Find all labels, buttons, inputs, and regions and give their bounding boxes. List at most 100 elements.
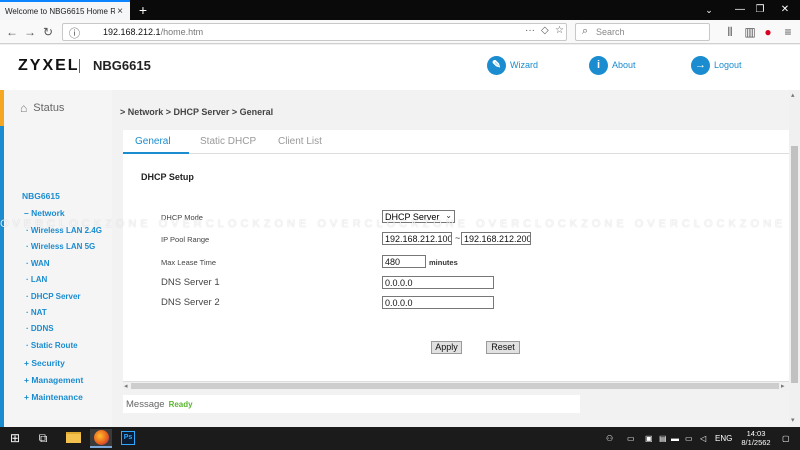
dns2-input[interactable]: 0.0.0.0 (382, 296, 494, 309)
volume-icon[interactable]: ◁ (700, 427, 706, 450)
ip-pool-end-input[interactable]: 192.168.212.200 (461, 232, 531, 245)
clock-time: 14:03 (746, 429, 766, 438)
sidebar-item-wan[interactable]: · WAN (26, 259, 50, 268)
sidebar-item-management[interactable]: + Management (24, 375, 83, 385)
photoshop-icon[interactable]: Ps (121, 431, 135, 445)
main-content: > Network > DHCP Server > General Genera… (112, 90, 789, 427)
notification-icon[interactable]: ▭ (627, 427, 635, 450)
lease-time-input[interactable]: 480 (382, 255, 426, 268)
dhcp-mode-value: DHCP Server (385, 212, 440, 222)
sidebar-status[interactable]: ⌂ Status (0, 90, 112, 126)
model-name: NBG6615 (93, 58, 151, 73)
clock[interactable]: 14:03 8/1/2562 (736, 429, 776, 447)
message-status: Ready (168, 399, 193, 409)
search-icon: ⌕ (582, 25, 589, 37)
dns2-label: DNS Server 2 (161, 297, 220, 308)
sidebar-item-security[interactable]: + Security (24, 358, 65, 368)
dns1-input[interactable]: 0.0.0.0 (382, 276, 494, 289)
message-label: Message (126, 398, 165, 410)
pocket-icon[interactable]: ◇ (541, 25, 549, 36)
bookmark-star-icon[interactable]: ☆ (555, 25, 564, 36)
wand-icon: ✎ (487, 55, 506, 75)
page-actions-icon[interactable]: ··· (525, 25, 535, 36)
sidebar-item-device[interactable]: NBG6615 (22, 191, 60, 201)
vertical-scroll-thumb[interactable] (791, 146, 798, 383)
language-indicator[interactable]: ENG (715, 427, 732, 450)
new-tab-button[interactable]: + (136, 1, 150, 19)
extension-icon[interactable]: ● (760, 24, 776, 40)
dhcp-mode-label: DHCP Mode (161, 213, 203, 222)
scroll-down-icon[interactable]: ▾ (791, 416, 795, 424)
browser-tab[interactable]: Welcome to NBG6615 Home Rou × (0, 0, 130, 20)
sidebar-item-nat[interactable]: · NAT (26, 308, 47, 317)
horizontal-scroll-thumb[interactable] (131, 383, 779, 389)
sidebar-item-dhcp-server[interactable]: · DHCP Server (26, 292, 81, 301)
sidebar-item-network[interactable]: – Network (24, 208, 65, 218)
tab-general[interactable]: General (135, 136, 171, 147)
back-icon[interactable]: ← (4, 24, 20, 40)
menu-icon[interactable]: ≡ (780, 24, 796, 40)
file-explorer-icon[interactable] (66, 432, 81, 443)
reload-icon[interactable]: ↻ (40, 24, 56, 40)
logout-link[interactable]: → Logout (691, 54, 742, 76)
dhcp-mode-select[interactable]: DHCP Server ⌄ (382, 210, 455, 223)
sidebar-item-wlan5[interactable]: · Wireless LAN 5G (26, 242, 95, 251)
chevron-down-icon: ⌄ (445, 211, 452, 220)
tab-list-icon[interactable]: ⌄ (702, 0, 716, 20)
windows-start-icon[interactable]: ⊞ (4, 429, 26, 448)
firefox-icon[interactable] (94, 430, 109, 445)
dhcp-card: General Static DHCP Client List DHCP Set… (123, 130, 789, 381)
sidebar-item-static-route[interactable]: · Static Route (26, 341, 78, 350)
logout-icon: → (691, 55, 710, 75)
ip-pool-label: IP Pool Range (161, 235, 210, 244)
home-icon: ⌂ (20, 101, 28, 115)
active-tab-indicator (123, 152, 189, 154)
close-window-button[interactable]: ✕ (765, 0, 800, 20)
reset-button[interactable]: Reset (486, 341, 520, 354)
wizard-label: Wizard (510, 60, 539, 70)
horizontal-scrollbar[interactable]: ◂ ▸ (123, 381, 789, 390)
apply-button[interactable]: Apply (431, 341, 462, 354)
library-icon[interactable]: ⫴ (722, 24, 738, 40)
people-icon[interactable]: ⚇ (606, 427, 613, 450)
info-icon: i (589, 55, 608, 75)
search-bar[interactable]: ⌕ Search (575, 23, 710, 41)
section-title: DHCP Setup (141, 172, 194, 182)
sidebar-item-wlan24[interactable]: · Wireless LAN 2.4G (26, 226, 102, 235)
network-icon[interactable]: ▭ (685, 427, 693, 450)
sidebar-item-ddns[interactable]: · DDNS (26, 324, 54, 333)
scroll-right-icon[interactable]: ▸ (781, 382, 785, 390)
task-view-icon[interactable]: ⧉ (32, 429, 54, 448)
battery-icon[interactable]: ▬ (671, 427, 679, 450)
scroll-left-icon[interactable]: ◂ (124, 382, 128, 390)
tab-static-dhcp[interactable]: Static DHCP (200, 136, 256, 147)
close-tab-icon[interactable]: × (115, 6, 125, 17)
tab-client-list[interactable]: Client List (278, 136, 322, 147)
url-bar[interactable]: ⓘ 192.168.212.1/home.htm ··· ◇ ☆ (62, 23, 567, 41)
browser-tabbar: Welcome to NBG6615 Home Rou × + ⌄ — ❐ ✕ (0, 0, 800, 20)
taskbar: ⊞ ⧉ Ps ⚇ ▭ ▣ ▤ ▬ ▭ ◁ ENG 14:03 8/1/2562 … (0, 427, 800, 450)
page-header: ZYXEL NBG6615 ✎ Wizard i About → Logout (0, 45, 800, 90)
scroll-up-icon[interactable]: ▴ (791, 91, 795, 99)
status-label: Status (33, 102, 65, 114)
info-icon[interactable]: ⓘ (69, 25, 80, 41)
browser-tab-title: Welcome to NBG6615 Home Rou (5, 6, 115, 16)
wizard-link[interactable]: ✎ Wizard (487, 54, 538, 76)
sidebar-item-maintenance[interactable]: + Maintenance (24, 392, 83, 402)
sidebar-item-lan[interactable]: · LAN (26, 275, 47, 284)
app-tray-icon[interactable]: ▣ (645, 427, 653, 450)
brand-logo: ZYXEL (18, 57, 80, 74)
dns1-label: DNS Server 1 (161, 277, 220, 288)
sidebar-icon[interactable]: ▥ (742, 24, 758, 40)
action-center-icon[interactable]: ▢ (782, 427, 790, 450)
about-link[interactable]: i About (589, 54, 636, 76)
router-page: ZYXEL NBG6615 ✎ Wizard i About → Logout … (0, 45, 800, 427)
vertical-scrollbar[interactable]: ▴ ▾ (789, 90, 800, 427)
browser-navbar: ← → ↻ ⓘ 192.168.212.1/home.htm ··· ◇ ☆ ⌕… (0, 20, 800, 44)
tray-icon[interactable]: ▤ (659, 427, 667, 450)
message-bar: Message Ready (123, 395, 580, 413)
ip-pool-start-input[interactable]: 192.168.212.100 (382, 232, 452, 245)
url-text: 192.168.212.1/home.htm (103, 27, 204, 37)
lease-unit-label: minutes (429, 258, 458, 267)
forward-icon[interactable]: → (22, 24, 38, 40)
